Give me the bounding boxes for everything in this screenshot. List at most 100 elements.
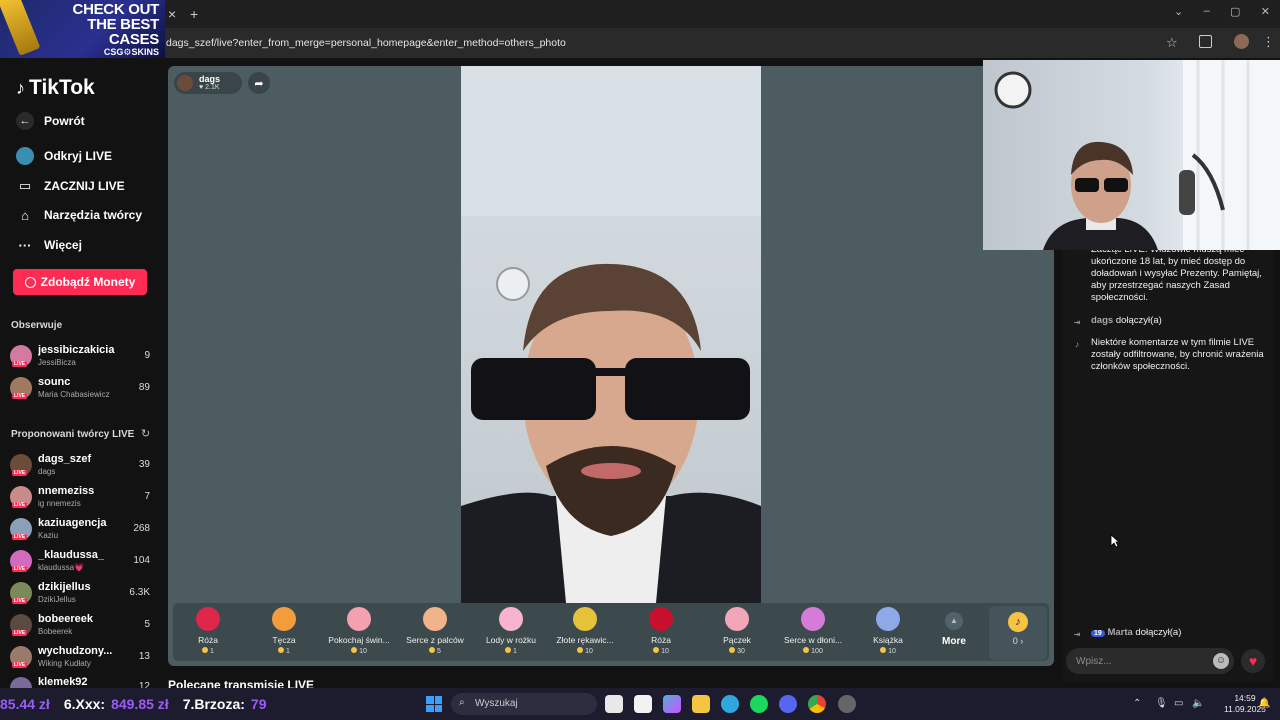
taskbar-search[interactable]: ⌕ Wyszukaj [451,693,597,715]
chat-input-box [1066,648,1234,674]
live-video[interactable] [461,66,761,603]
profile-avatar[interactable] [1234,34,1249,49]
live-badge: LIVE [12,534,28,540]
suggested-user[interactable]: LIVE kaziuagencja Kaziu 268 [10,515,150,543]
csgo-skins-ad-banner[interactable]: CHECK OUT THE BEST CASES CSG⚙SKINS [0,0,165,58]
camera-icon: ▭ [18,178,32,193]
suggested-user[interactable]: LIVE _klaudussa_ klaudussa💗 104 [10,547,150,575]
chat-filter-notice: ♪ Niektóre komentarze w tym filmie LIVE … [1070,337,1270,373]
windows-start-icon[interactable] [426,696,442,712]
refresh-icon[interactable]: ↻ [141,427,150,440]
microphone-icon[interactable]: 🎙 [1155,698,1168,709]
suggested-user[interactable]: klemek92 12 [10,675,150,688]
donut-icon [725,607,749,631]
extensions-icon[interactable] [1199,35,1212,48]
bookmark-star-icon[interactable]: ☆ [1166,35,1178,51]
tiktok-note-icon: ♪ [16,77,25,98]
edge-icon[interactable] [721,695,739,713]
following-user[interactable]: LIVE sounc Maria Chabasiewicz 89 [10,374,150,402]
close-window-icon[interactable]: ✕ [1261,5,1270,21]
more-gifts-button[interactable]: ▲ More [932,612,976,647]
nav-back[interactable]: ← Powrót [16,112,85,130]
gift-item[interactable]: Książka 10 [855,607,921,659]
level-badge: 19 [1091,630,1105,637]
gift-item[interactable]: Pokochaj świn... 10 [326,607,392,659]
network-icon[interactable]: ▭ [1174,698,1183,709]
app-icon[interactable] [838,695,856,713]
url-text[interactable]: dags_szef/live?enter_from_merge=personal… [166,37,566,49]
mouse-cursor-icon [1110,534,1121,548]
gift-item[interactable]: Złote rękawic... 10 [552,607,618,659]
gift-item[interactable]: Serce w dłoni... 100 [780,607,846,659]
chrome-icon[interactable] [808,695,826,713]
gift-item[interactable]: Pączek 30 [704,607,770,659]
get-coins-button[interactable]: Zdobądź Monety [13,269,147,295]
suggested-section-title: Proponowani twórcy LIVE [11,429,135,440]
gift-item[interactable]: Serce z palców 5 [402,607,468,659]
share-icon[interactable]: ➦ [248,72,270,94]
tiktok-logo[interactable]: ♪ TikTok [16,76,95,100]
suggested-user[interactable]: LIVE nnemeziss ig nnemezis 7 [10,483,150,511]
pig-icon [347,607,371,631]
volume-icon[interactable]: 🔈 [1192,698,1204,709]
home-icon: ⌂ [21,207,29,223]
tray-chevron-icon[interactable]: ⌃ [1133,698,1141,709]
suggested-user[interactable]: LIVE dags_szef dags 39 [10,451,150,479]
coin-icon [24,276,36,288]
tab-search-icon[interactable]: ⌄ [1174,5,1183,21]
following-user[interactable]: LIVE jessibiczakicia JessiBicza 9 [10,342,150,370]
chat-join-message: ⇥ 19 Marta dołączył(a) [1070,627,1270,640]
live-badge: LIVE [12,598,28,604]
task-view-icon[interactable] [605,695,623,713]
discord-icon[interactable] [779,695,797,713]
live-badge: LIVE [12,630,28,636]
nav-discover-live[interactable]: Odkryj LIVE [16,147,112,165]
nav-start-live[interactable]: ▭ ZACZNIJ LIVE [16,177,125,195]
chat-input[interactable] [1076,653,1206,669]
avatar [10,677,32,688]
maximize-icon[interactable]: ▢ [1230,5,1240,21]
following-section-title: Obserwuje [11,320,63,331]
store-icon[interactable] [634,695,652,713]
gift-item[interactable]: Tęcza 1 [251,607,317,659]
minimize-icon[interactable]: – [1204,5,1210,21]
chat-join-message: ⇥ dags dołączył(a) [1070,315,1270,327]
notifications-icon[interactable]: 🔔 [1258,698,1270,709]
coin-balance-button[interactable]: ♪ 0 › [989,606,1047,660]
tab-close-icon[interactable]: × [168,6,176,22]
heart-in-hand-icon [801,607,825,631]
browser-menu-icon[interactable]: ⋮ [1262,34,1275,50]
rose-icon [196,607,220,631]
gift-item[interactable]: Róża 1 [175,607,241,659]
nav-more[interactable]: ··· Więcej [16,236,82,254]
heart-like-icon[interactable]: ♥ [1241,649,1265,673]
rose-icon [649,607,673,631]
new-tab-button[interactable]: + [190,6,198,22]
suggested-user[interactable]: LIVE dzikijellus DzikiJellus 6.3K [10,579,150,607]
webcam-overlay [983,60,1280,250]
book-icon [876,607,900,631]
live-badge: LIVE [12,502,28,508]
nav-creator-tools[interactable]: ⌂ Narzędzia twórcy [16,206,142,224]
host-avatar [177,75,193,91]
chat-system-message: Zacząć LIVE. Widzowie muszą mieć ukończo… [1091,250,1262,303]
copilot-icon[interactable] [663,695,681,713]
window-controls: ⌄ – ▢ ✕ [1174,5,1270,21]
live-badge: LIVE [12,662,28,668]
file-explorer-icon[interactable] [692,695,710,713]
suggested-user[interactable]: LIVE bobeereek Bobeerek 5 [10,611,150,639]
arrow-left-icon: ← [16,112,34,130]
emoji-icon[interactable]: ☺ [1213,653,1229,669]
ice-cream-icon [499,607,523,631]
gift-item[interactable]: Róża 10 [628,607,694,659]
donation-ticker: 85.44 zł 6.Xxx: 849.85 zł 7.Brzoza: 79 [0,696,267,712]
finger-heart-icon [423,607,447,631]
search-icon: ⌕ [459,697,465,708]
host-info-pill[interactable]: dags ♥ 2.1K [174,72,242,94]
more-dots-icon: ··· [18,237,32,253]
spotify-icon[interactable] [750,695,768,713]
rainbow-icon [272,607,296,631]
live-badge: LIVE [12,361,28,367]
gift-item[interactable]: Lody w rożku 1 [478,607,544,659]
suggested-user[interactable]: LIVE wychudzony... Wiking Kudłaty 13 [10,643,150,671]
